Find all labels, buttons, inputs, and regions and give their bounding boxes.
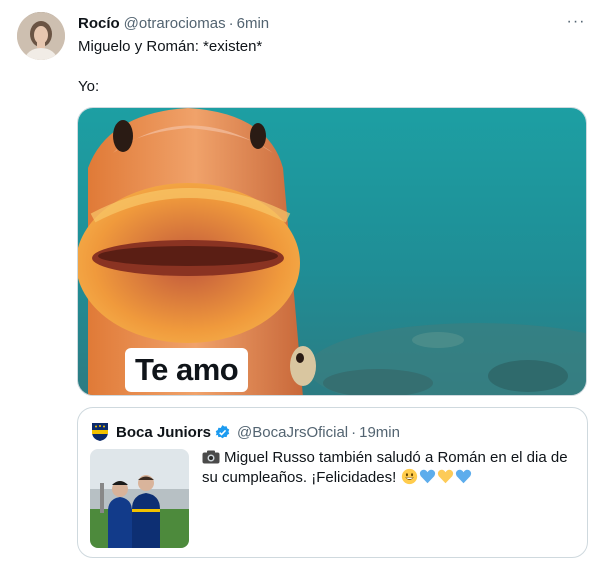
quoted-media-thumbnail[interactable] (90, 449, 189, 548)
handle[interactable]: @otrarociomas (124, 15, 226, 32)
tweet[interactable]: Rocío @otrarociomas · 6min ··· Miguelo y… (0, 0, 600, 566)
yellow-heart-emoji (437, 468, 454, 485)
quoted-handle[interactable]: @BocaJrsOficial (237, 424, 348, 441)
quoted-tweet-text: Miguel Russo también saludó a Román en e… (202, 448, 577, 488)
tweet-text-line-2: Yo: (78, 78, 100, 95)
display-name[interactable]: Rocío (78, 15, 120, 32)
quoted-display-name[interactable]: Boca Juniors (116, 424, 211, 441)
quoted-tweet[interactable]: Boca Juniors @BocaJrsOficial · 19min Mig… (77, 407, 588, 558)
blue-heart-emoji (419, 468, 436, 485)
boca-juniors-logo-icon[interactable] (90, 422, 110, 442)
tweet-text-line-1: Miguelo y Román: *existen* (78, 38, 263, 55)
tweet-media-image[interactable]: Te amo (77, 107, 587, 396)
avatar[interactable] (17, 12, 65, 60)
separator-dot: · (228, 14, 234, 32)
more-options-icon[interactable]: ··· (564, 10, 588, 34)
timestamp[interactable]: 6min (237, 15, 270, 32)
quoted-tweet-body: Miguel Russo también saludó a Román en e… (202, 449, 568, 486)
blue-heart-emoji (455, 468, 472, 485)
quoted-timestamp[interactable]: 19min (359, 424, 400, 441)
grinning-face-emoji (401, 468, 418, 485)
camera-icon (202, 450, 220, 464)
verified-badge-icon (214, 424, 231, 441)
separator-dot: · (351, 423, 357, 441)
tweet-header: Rocío @otrarociomas · 6min (78, 13, 269, 33)
quoted-tweet-header: Boca Juniors @BocaJrsOficial · 19min (90, 422, 400, 442)
meme-caption: Te amo (125, 348, 249, 392)
